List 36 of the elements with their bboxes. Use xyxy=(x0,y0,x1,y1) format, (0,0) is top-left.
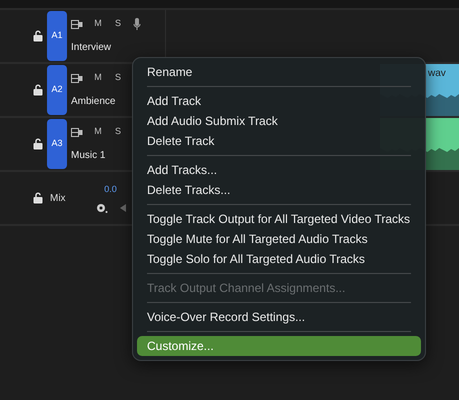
lock-icon[interactable] xyxy=(33,30,43,42)
track-name: Interview xyxy=(71,40,112,55)
menu-item[interactable]: Toggle Track Output for All Targeted Video Tracks xyxy=(137,209,421,229)
menu-item[interactable]: Add Track xyxy=(137,91,421,111)
lock-icon[interactable] xyxy=(33,192,43,204)
menu-item[interactable]: Add Audio Submix Track xyxy=(137,111,421,131)
mute-button[interactable]: M xyxy=(93,125,103,139)
lock-icon[interactable] xyxy=(33,84,43,96)
menu-item[interactable]: Customize... xyxy=(137,336,421,356)
clip-icon[interactable] xyxy=(71,128,83,136)
track-target-button[interactable]: A3 xyxy=(47,119,67,169)
track-target-button[interactable]: A2 xyxy=(47,65,67,115)
mute-button[interactable]: M xyxy=(93,71,103,85)
menu-item[interactable]: Delete Track xyxy=(137,131,421,151)
menu-item[interactable]: Toggle Mute for All Targeted Audio Tracks xyxy=(137,229,421,249)
volume-reading[interactable]: 0.0 xyxy=(104,183,117,197)
track-name: Mix xyxy=(50,192,66,206)
menu-item[interactable]: Toggle Solo for All Targeted Audio Tracks xyxy=(137,249,421,269)
menu-item[interactable]: Add Tracks... xyxy=(137,160,421,180)
clip-icon[interactable] xyxy=(71,20,83,28)
pan-knob-icon[interactable] xyxy=(96,202,108,213)
triangle-icon[interactable] xyxy=(120,204,126,212)
solo-button[interactable]: S xyxy=(113,17,123,31)
microphone-icon[interactable] xyxy=(133,18,141,30)
track-target-button[interactable]: A1 xyxy=(47,11,67,61)
solo-button[interactable]: S xyxy=(113,125,123,139)
menu-item[interactable]: Delete Tracks... xyxy=(137,180,421,200)
solo-button[interactable]: S xyxy=(113,71,123,85)
mute-button[interactable]: M xyxy=(93,17,103,31)
track-name: Music 1 xyxy=(71,148,106,163)
lock-icon[interactable] xyxy=(33,138,43,150)
clip-icon[interactable] xyxy=(71,74,83,82)
menu-item[interactable]: Rename xyxy=(137,62,421,82)
track-name: Ambience xyxy=(71,94,116,109)
menu-item[interactable]: Voice-Over Record Settings... xyxy=(137,307,421,327)
clip-name: wav xyxy=(427,67,447,81)
